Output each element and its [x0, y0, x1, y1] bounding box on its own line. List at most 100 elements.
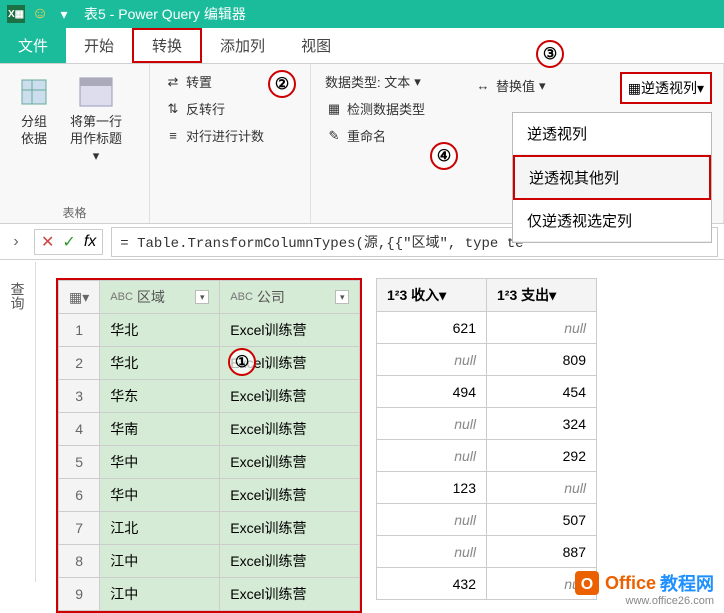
- detect-icon: ▦: [325, 100, 343, 118]
- unpivot-icon: ▦: [628, 80, 641, 97]
- table-row[interactable]: 432null: [377, 568, 597, 600]
- cell-region[interactable]: 华北: [100, 347, 220, 380]
- table-icon: [78, 74, 114, 110]
- cell-region[interactable]: 华中: [100, 446, 220, 479]
- dropdown-icon[interactable]: ▾: [54, 4, 74, 24]
- cell-income[interactable]: null: [377, 408, 487, 440]
- cell-expense[interactable]: 292: [487, 440, 597, 472]
- count-icon: ≡: [164, 127, 182, 145]
- unpivot-columns-item[interactable]: 逆透视列: [513, 113, 711, 155]
- cell-income[interactable]: 432: [377, 568, 487, 600]
- cell-company[interactable]: Excel训练营: [220, 578, 360, 611]
- menu-transform[interactable]: 转换: [132, 28, 202, 63]
- cell-expense[interactable]: null: [487, 312, 597, 344]
- cell-region[interactable]: 华北: [100, 314, 220, 347]
- unpivot-dropdown: 逆透视列 逆透视其他列 仅逆透视选定列: [512, 112, 712, 243]
- menu-view[interactable]: 视图: [283, 28, 349, 63]
- cell-income[interactable]: 123: [377, 472, 487, 504]
- table-row[interactable]: 3 华东 Excel训练营: [59, 380, 360, 413]
- window-title: 表5 - Power Query 编辑器: [84, 4, 246, 24]
- cell-income[interactable]: 494: [377, 376, 487, 408]
- cell-income[interactable]: 621: [377, 312, 487, 344]
- cancel-icon[interactable]: ✕: [41, 232, 54, 252]
- row-number[interactable]: 4: [59, 413, 100, 446]
- group-by-button[interactable]: 分组 依据: [10, 70, 58, 202]
- table-row[interactable]: 7 江北 Excel训练营: [59, 512, 360, 545]
- column-header-income[interactable]: 1²3 收入▾: [377, 279, 487, 312]
- unpivot-button[interactable]: ▦ 逆透视列 ▾: [620, 72, 712, 104]
- cell-income[interactable]: null: [377, 536, 487, 568]
- table-row[interactable]: 123null: [377, 472, 597, 504]
- filter-icon[interactable]: ▾: [335, 290, 349, 304]
- row-number[interactable]: 8: [59, 545, 100, 578]
- expand-querypane-icon[interactable]: ›: [6, 233, 26, 251]
- filter-icon[interactable]: ▾: [549, 287, 556, 303]
- cell-company[interactable]: Excel训练营: [220, 512, 360, 545]
- row-number[interactable]: 2: [59, 347, 100, 380]
- table-row[interactable]: 621null: [377, 312, 597, 344]
- table-row[interactable]: 494454: [377, 376, 597, 408]
- reverse-rows-button[interactable]: ⇅ 反转行: [160, 97, 300, 120]
- table-row[interactable]: null507: [377, 504, 597, 536]
- callout-3: ③: [536, 40, 564, 68]
- row-number[interactable]: 5: [59, 446, 100, 479]
- cell-expense[interactable]: 887: [487, 536, 597, 568]
- row-number[interactable]: 7: [59, 512, 100, 545]
- cell-region[interactable]: 华中: [100, 479, 220, 512]
- cell-region[interactable]: 华南: [100, 413, 220, 446]
- cell-expense[interactable]: null: [487, 472, 597, 504]
- query-panel[interactable]: 查询: [0, 262, 36, 582]
- table-row[interactable]: null324: [377, 408, 597, 440]
- table-row[interactable]: 2 华北 Excel训练营: [59, 347, 360, 380]
- cell-company[interactable]: Excel训练营: [220, 380, 360, 413]
- table-row[interactable]: null887: [377, 536, 597, 568]
- cell-company[interactable]: Excel训练营: [220, 314, 360, 347]
- cell-income[interactable]: null: [377, 344, 487, 376]
- column-header-expense[interactable]: 1²3 支出▾: [487, 279, 597, 312]
- table-row[interactable]: 1 华北 Excel训练营: [59, 314, 360, 347]
- cell-income[interactable]: null: [377, 504, 487, 536]
- table-row[interactable]: 4 华南 Excel训练营: [59, 413, 360, 446]
- cell-expense[interactable]: 324: [487, 408, 597, 440]
- confirm-icon[interactable]: ✓: [62, 232, 75, 252]
- data-grid-left: ▦▾ ABC区域▾ ABC公司▾ 1 华北 Excel训练营2 华北 Excel…: [58, 280, 360, 611]
- cell-expense[interactable]: 809: [487, 344, 597, 376]
- table-row[interactable]: null809: [377, 344, 597, 376]
- column-header-region[interactable]: ABC区域▾: [100, 281, 220, 314]
- cell-region[interactable]: 江北: [100, 512, 220, 545]
- table-row[interactable]: 6 华中 Excel训练营: [59, 479, 360, 512]
- cell-region[interactable]: 江中: [100, 578, 220, 611]
- filter-icon[interactable]: ▾: [195, 290, 209, 304]
- cell-expense[interactable]: 454: [487, 376, 597, 408]
- cell-company[interactable]: Excel训练营: [220, 413, 360, 446]
- cell-income[interactable]: null: [377, 440, 487, 472]
- menu-home[interactable]: 开始: [66, 28, 132, 63]
- cell-region[interactable]: 江中: [100, 545, 220, 578]
- count-rows-button[interactable]: ≡ 对行进行计数: [160, 124, 300, 147]
- unpivot-other-columns-item[interactable]: 逆透视其他列: [513, 155, 711, 200]
- cell-company[interactable]: Excel训练营: [220, 479, 360, 512]
- column-header-company[interactable]: ABC公司▾: [220, 281, 360, 314]
- unpivot-selected-only-item[interactable]: 仅逆透视选定列: [513, 200, 711, 242]
- row-number[interactable]: 9: [59, 578, 100, 611]
- menu-addcolumn[interactable]: 添加列: [202, 28, 283, 63]
- cell-expense[interactable]: 507: [487, 504, 597, 536]
- first-row-header-button[interactable]: 将第一行 用作标题▾: [64, 70, 128, 202]
- cell-company[interactable]: Excel训练营: [220, 545, 360, 578]
- replace-button[interactable]: ↔ 替换值▾: [470, 74, 550, 97]
- fx-label[interactable]: fx: [84, 233, 96, 251]
- reverse-icon: ⇅: [164, 100, 182, 118]
- table-row[interactable]: 9 江中 Excel训练营: [59, 578, 360, 611]
- row-number[interactable]: 6: [59, 479, 100, 512]
- row-number[interactable]: 1: [59, 314, 100, 347]
- ribbon: 分组 依据 将第一行 用作标题▾ 表格 ⇄ 转置 ⇅ 反转行 ≡ 对行进: [0, 64, 724, 224]
- row-number[interactable]: 3: [59, 380, 100, 413]
- table-row[interactable]: 5 华中 Excel训练营: [59, 446, 360, 479]
- cell-company[interactable]: Excel训练营: [220, 446, 360, 479]
- table-row[interactable]: null292: [377, 440, 597, 472]
- corner-cell[interactable]: ▦▾: [59, 281, 100, 314]
- menu-file[interactable]: 文件: [0, 28, 66, 63]
- table-row[interactable]: 8 江中 Excel训练营: [59, 545, 360, 578]
- filter-icon[interactable]: ▾: [439, 287, 446, 303]
- cell-region[interactable]: 华东: [100, 380, 220, 413]
